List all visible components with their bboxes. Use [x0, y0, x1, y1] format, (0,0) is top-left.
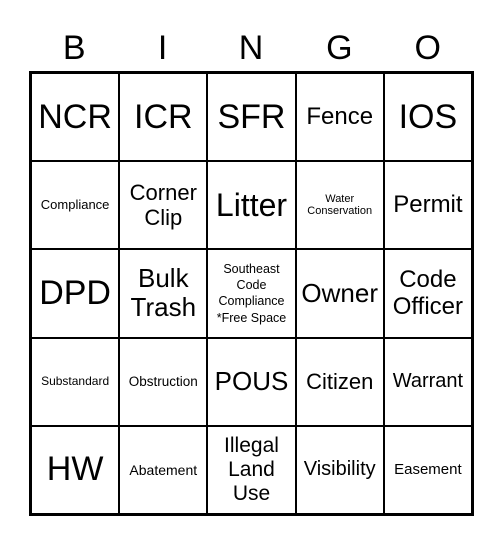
bingo-cell[interactable]: Compliance [31, 161, 120, 250]
bingo-cell[interactable]: IOS [383, 73, 472, 162]
bingo-cell[interactable]: Visibility [295, 425, 384, 514]
bingo-cell[interactable]: Abatement [119, 425, 208, 514]
bingo-cell[interactable]: Litter [207, 161, 296, 250]
bingo-cell[interactable]: Obstruction [119, 337, 208, 426]
bingo-cell[interactable]: Fence [295, 73, 384, 162]
bingo-cell[interactable]: POUS [207, 337, 296, 426]
bingo-cell[interactable]: Corner Clip [119, 161, 208, 250]
bingo-cell[interactable]: Code Officer [383, 249, 472, 338]
header-letter-b: B [62, 29, 86, 67]
bingo-cell[interactable]: DPD [31, 249, 120, 338]
bingo-cell[interactable]: Substandard [31, 337, 120, 426]
bingo-cell[interactable]: Citizen [295, 337, 384, 426]
bingo-cell[interactable]: Owner [295, 249, 384, 338]
free-space-cell[interactable]: Southeast Code Compliance *Free Space [207, 249, 296, 338]
bingo-cell[interactable]: Permit [383, 161, 472, 250]
bingo-cell[interactable]: Illegal Land Use [207, 425, 296, 514]
header-letter-o: O [414, 29, 441, 67]
bingo-header: B I N G O [30, 26, 472, 70]
bingo-cell[interactable]: Warrant [383, 337, 472, 426]
header-letter-g: G [326, 29, 353, 67]
bingo-cell[interactable]: Easement [383, 425, 472, 514]
bingo-grid: NCR ICR SFR Fence IOS Compliance Corner … [29, 71, 474, 516]
bingo-cell[interactable]: NCR [31, 73, 120, 162]
header-letter-n: N [238, 29, 264, 67]
bingo-cell[interactable]: ICR [119, 73, 208, 162]
bingo-cell[interactable]: Water Conservation [295, 161, 384, 250]
bingo-cell[interactable]: HW [31, 425, 120, 514]
header-letter-i: I [157, 29, 168, 67]
bingo-cell[interactable]: SFR [207, 73, 296, 162]
bingo-cell[interactable]: Bulk Trash [119, 249, 208, 338]
